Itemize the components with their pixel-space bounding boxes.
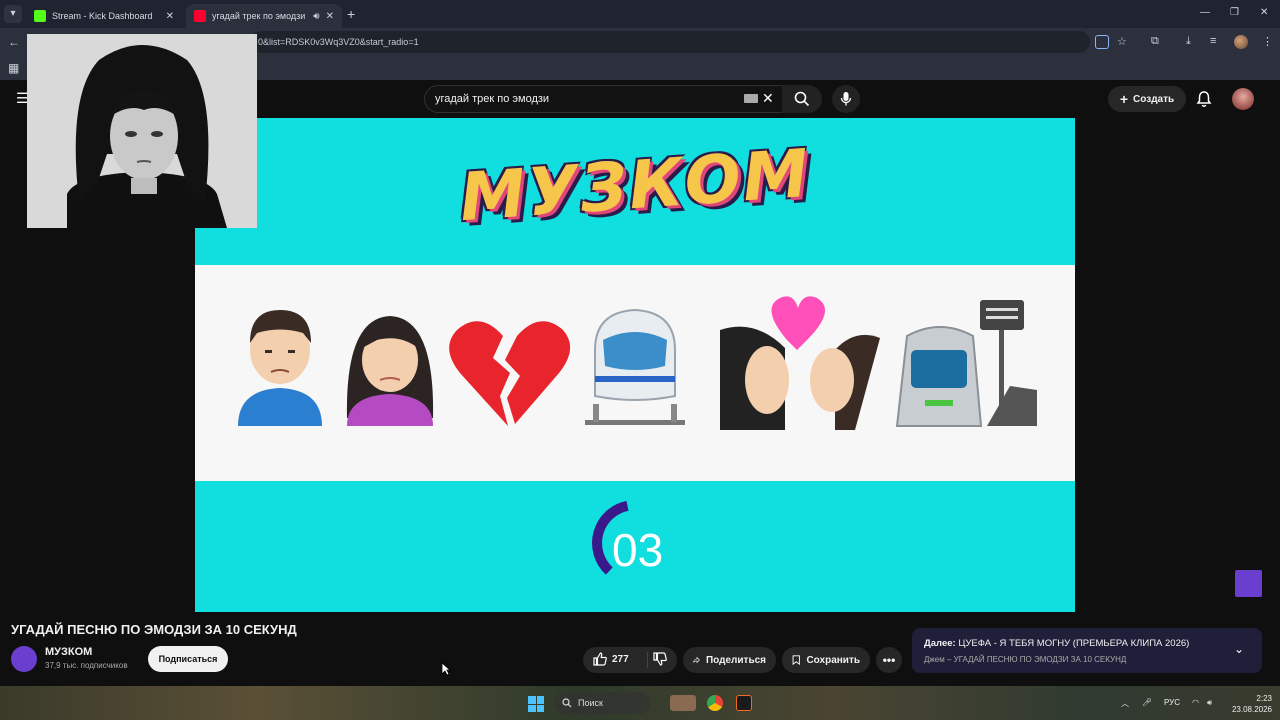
bookmark-star-icon[interactable]: ☆	[1117, 35, 1127, 48]
close-tab-icon[interactable]: ✕	[326, 11, 334, 22]
woman-emoji-icon	[346, 316, 434, 426]
up-next-title-line: Далее: ЦУЕФА - Я ТЕБЯ МОГНУ (ПРЕМЬЕРА КЛ…	[924, 638, 1189, 649]
account-avatar[interactable]	[1232, 88, 1254, 110]
taskbar-search[interactable]: Поиск	[554, 692, 650, 714]
tab-search-icon[interactable]: ▾	[4, 5, 22, 23]
countdown-timer-number: 03	[612, 524, 664, 576]
train-emoji-icon	[585, 308, 685, 425]
youtube-favicon-icon	[194, 10, 206, 22]
chrome-icon[interactable]	[707, 695, 723, 711]
tab-kick-dashboard[interactable]: Stream - Kick Dashboard ✕	[26, 4, 182, 28]
profile-avatar[interactable]	[1234, 35, 1248, 49]
search-icon	[562, 698, 572, 708]
up-next-subtitle: Джем – УГАДАЙ ПЕСНЮ ПО ЭМОДЗИ ЗА 10 СЕКУ…	[924, 655, 1127, 664]
create-button[interactable]: + Создать	[1108, 86, 1186, 112]
tab-youtube[interactable]: угадай трек по эмодзи - YouTube 🔊︎ ✕	[186, 4, 342, 28]
browser-menu-icon[interactable]: ⋮	[1262, 35, 1273, 48]
like-count: 277	[612, 653, 629, 665]
close-tab-icon[interactable]: ✕	[166, 11, 174, 22]
wifi-icon[interactable]: ◠	[1192, 698, 1199, 707]
man-emoji-icon	[238, 310, 322, 426]
thumbs-down-icon[interactable]	[653, 652, 667, 666]
search-button[interactable]	[782, 85, 822, 113]
clear-search-icon[interactable]: ✕	[762, 90, 774, 107]
like-button[interactable]: 277	[593, 652, 629, 666]
apps-grid-icon[interactable]: ▦	[8, 61, 19, 75]
train-station-emoji-icon	[895, 300, 1037, 427]
share-arrow-icon	[693, 656, 700, 664]
translate-icon[interactable]	[1095, 35, 1109, 49]
reading-list-icon[interactable]: ≡	[1210, 35, 1216, 47]
tab-title: Stream - Kick Dashboard	[52, 11, 153, 21]
like-divider	[647, 652, 648, 668]
windows-start-icon[interactable]	[528, 696, 544, 712]
voice-search-button[interactable]	[832, 85, 860, 113]
tab-title: угадай трек по эмодзи - YouTube	[212, 11, 307, 21]
close-window-icon[interactable]: ✕	[1260, 7, 1268, 18]
channel-avatar[interactable]	[11, 646, 37, 672]
more-dots-icon: •••	[882, 653, 896, 667]
broken-heart-emoji-icon	[449, 321, 571, 426]
muzkom-logo: МУЗКОМ	[457, 134, 813, 236]
channel-name[interactable]: МУЗКОМ	[45, 646, 92, 658]
kick-favicon-icon	[34, 10, 46, 22]
microphone-icon	[840, 92, 852, 106]
keyboard-icon[interactable]	[744, 94, 758, 103]
more-actions-button[interactable]: •••	[876, 647, 902, 673]
clock-date: 23.08.2026	[1231, 705, 1272, 714]
tray-mic-icon[interactable]: 🎤︎	[1142, 698, 1152, 707]
emoji-row	[238, 296, 1037, 430]
save-button[interactable]: Сохранить	[782, 647, 870, 673]
video-player[interactable]: МУЗКОМ 03	[195, 118, 1075, 612]
clock-time: 2:23	[1256, 694, 1272, 703]
up-next-prefix: Далее:	[924, 638, 956, 649]
subscriber-count: 37,9 тыс. подписчиков	[45, 661, 128, 670]
up-next-title: ЦУЕФА - Я ТЕБЯ МОГНУ (ПРЕМЬЕРА КЛИПА 202…	[958, 638, 1190, 649]
streaming-app-icon[interactable]	[736, 695, 752, 711]
url-field[interactable]: 0&list=RDSK0v3Wq3VZ0&start_radio=1	[250, 31, 1090, 53]
webcam-overlay	[27, 34, 257, 228]
thumbs-up-icon	[593, 652, 607, 666]
restore-icon[interactable]: ❐	[1230, 7, 1239, 18]
subscribe-button[interactable]: Подписаться	[148, 646, 228, 672]
url-text: 0&list=RDSK0v3Wq3VZ0&start_radio=1	[258, 37, 419, 47]
video-title: УГАДАЙ ПЕСНЮ ПО ЭМОДЗИ ЗА 10 СЕКУНД	[11, 622, 297, 637]
search-query: угадай трек по эмодзи	[435, 93, 550, 105]
plus-icon: +	[1119, 91, 1129, 107]
download-icon[interactable]: ⤓	[1186, 35, 1191, 48]
volume-icon[interactable]: 🔊︎	[1207, 698, 1212, 708]
tray-chevron-icon[interactable]: ︿	[1121, 698, 1129, 709]
channel-watermark-badge[interactable]	[1235, 570, 1262, 597]
tab-strip: ▾ Stream - Kick Dashboard ✕ угадай трек …	[0, 0, 1280, 28]
new-tab-button[interactable]: +	[347, 6, 355, 22]
share-label: Поделиться	[705, 654, 766, 666]
share-button[interactable]: Поделиться	[683, 647, 776, 673]
search-input[interactable]: угадай трек по эмодзи	[424, 85, 784, 113]
back-arrow-icon[interactable]: ←	[8, 35, 20, 49]
create-label: Создать	[1133, 93, 1175, 105]
kiss-emoji-icon	[720, 296, 880, 430]
up-next-panel[interactable]: Далее: ЦУЕФА - Я ТЕБЯ МОГНУ (ПРЕМЬЕРА КЛ…	[912, 628, 1262, 673]
file-explorer-icon[interactable]	[670, 695, 696, 711]
save-bookmark-icon	[792, 655, 800, 666]
system-clock[interactable]: 2:23 23.08.2026	[1228, 693, 1272, 715]
mouse-cursor-icon	[441, 662, 451, 676]
chevron-down-icon[interactable]: ⌄	[1234, 642, 1244, 656]
windows-taskbar: Поиск ︿ 🎤︎ РУС ◠ 🔊︎ 2:23 23.08.2026	[0, 686, 1280, 720]
streamer-portrait	[27, 34, 257, 228]
save-label: Сохранить	[806, 654, 860, 666]
language-indicator[interactable]: РУС	[1164, 698, 1180, 707]
like-dislike-group: 277	[583, 647, 677, 673]
notifications-bell-icon[interactable]	[1196, 90, 1212, 108]
taskbar-search-label: Поиск	[578, 698, 603, 708]
screen: ▾ Stream - Kick Dashboard ✕ угадай трек …	[0, 0, 1280, 720]
speaker-icon[interactable]: 🔊︎	[313, 11, 319, 22]
extensions-icon[interactable]: ⧉	[1151, 35, 1159, 48]
search-icon	[794, 91, 810, 107]
minimize-icon[interactable]: —	[1200, 7, 1210, 18]
